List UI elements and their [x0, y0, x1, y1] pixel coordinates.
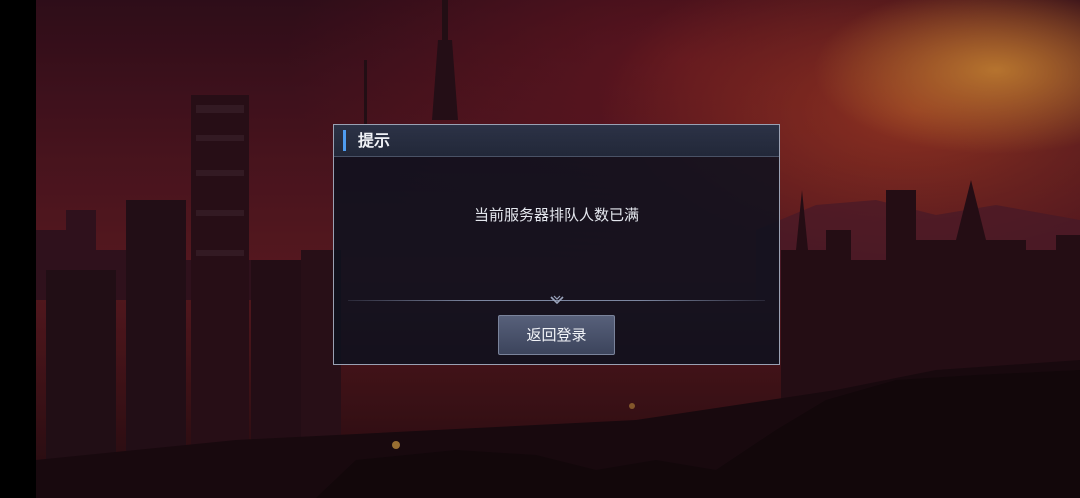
dialog-title: 提示 — [358, 131, 391, 150]
left-black-strip — [0, 0, 36, 498]
game-screen: 提示 当前服务器排队人数已满 返回登录 — [0, 0, 1080, 498]
chevron-down-ornament-icon — [550, 295, 564, 305]
dialog-message: 当前服务器排队人数已满 — [473, 206, 639, 224]
title-accent-bar — [343, 130, 346, 151]
return-login-button[interactable]: 返回登录 — [498, 315, 615, 355]
notice-dialog: 提示 当前服务器排队人数已满 返回登录 — [333, 124, 780, 365]
dialog-header: 提示 — [334, 125, 779, 157]
